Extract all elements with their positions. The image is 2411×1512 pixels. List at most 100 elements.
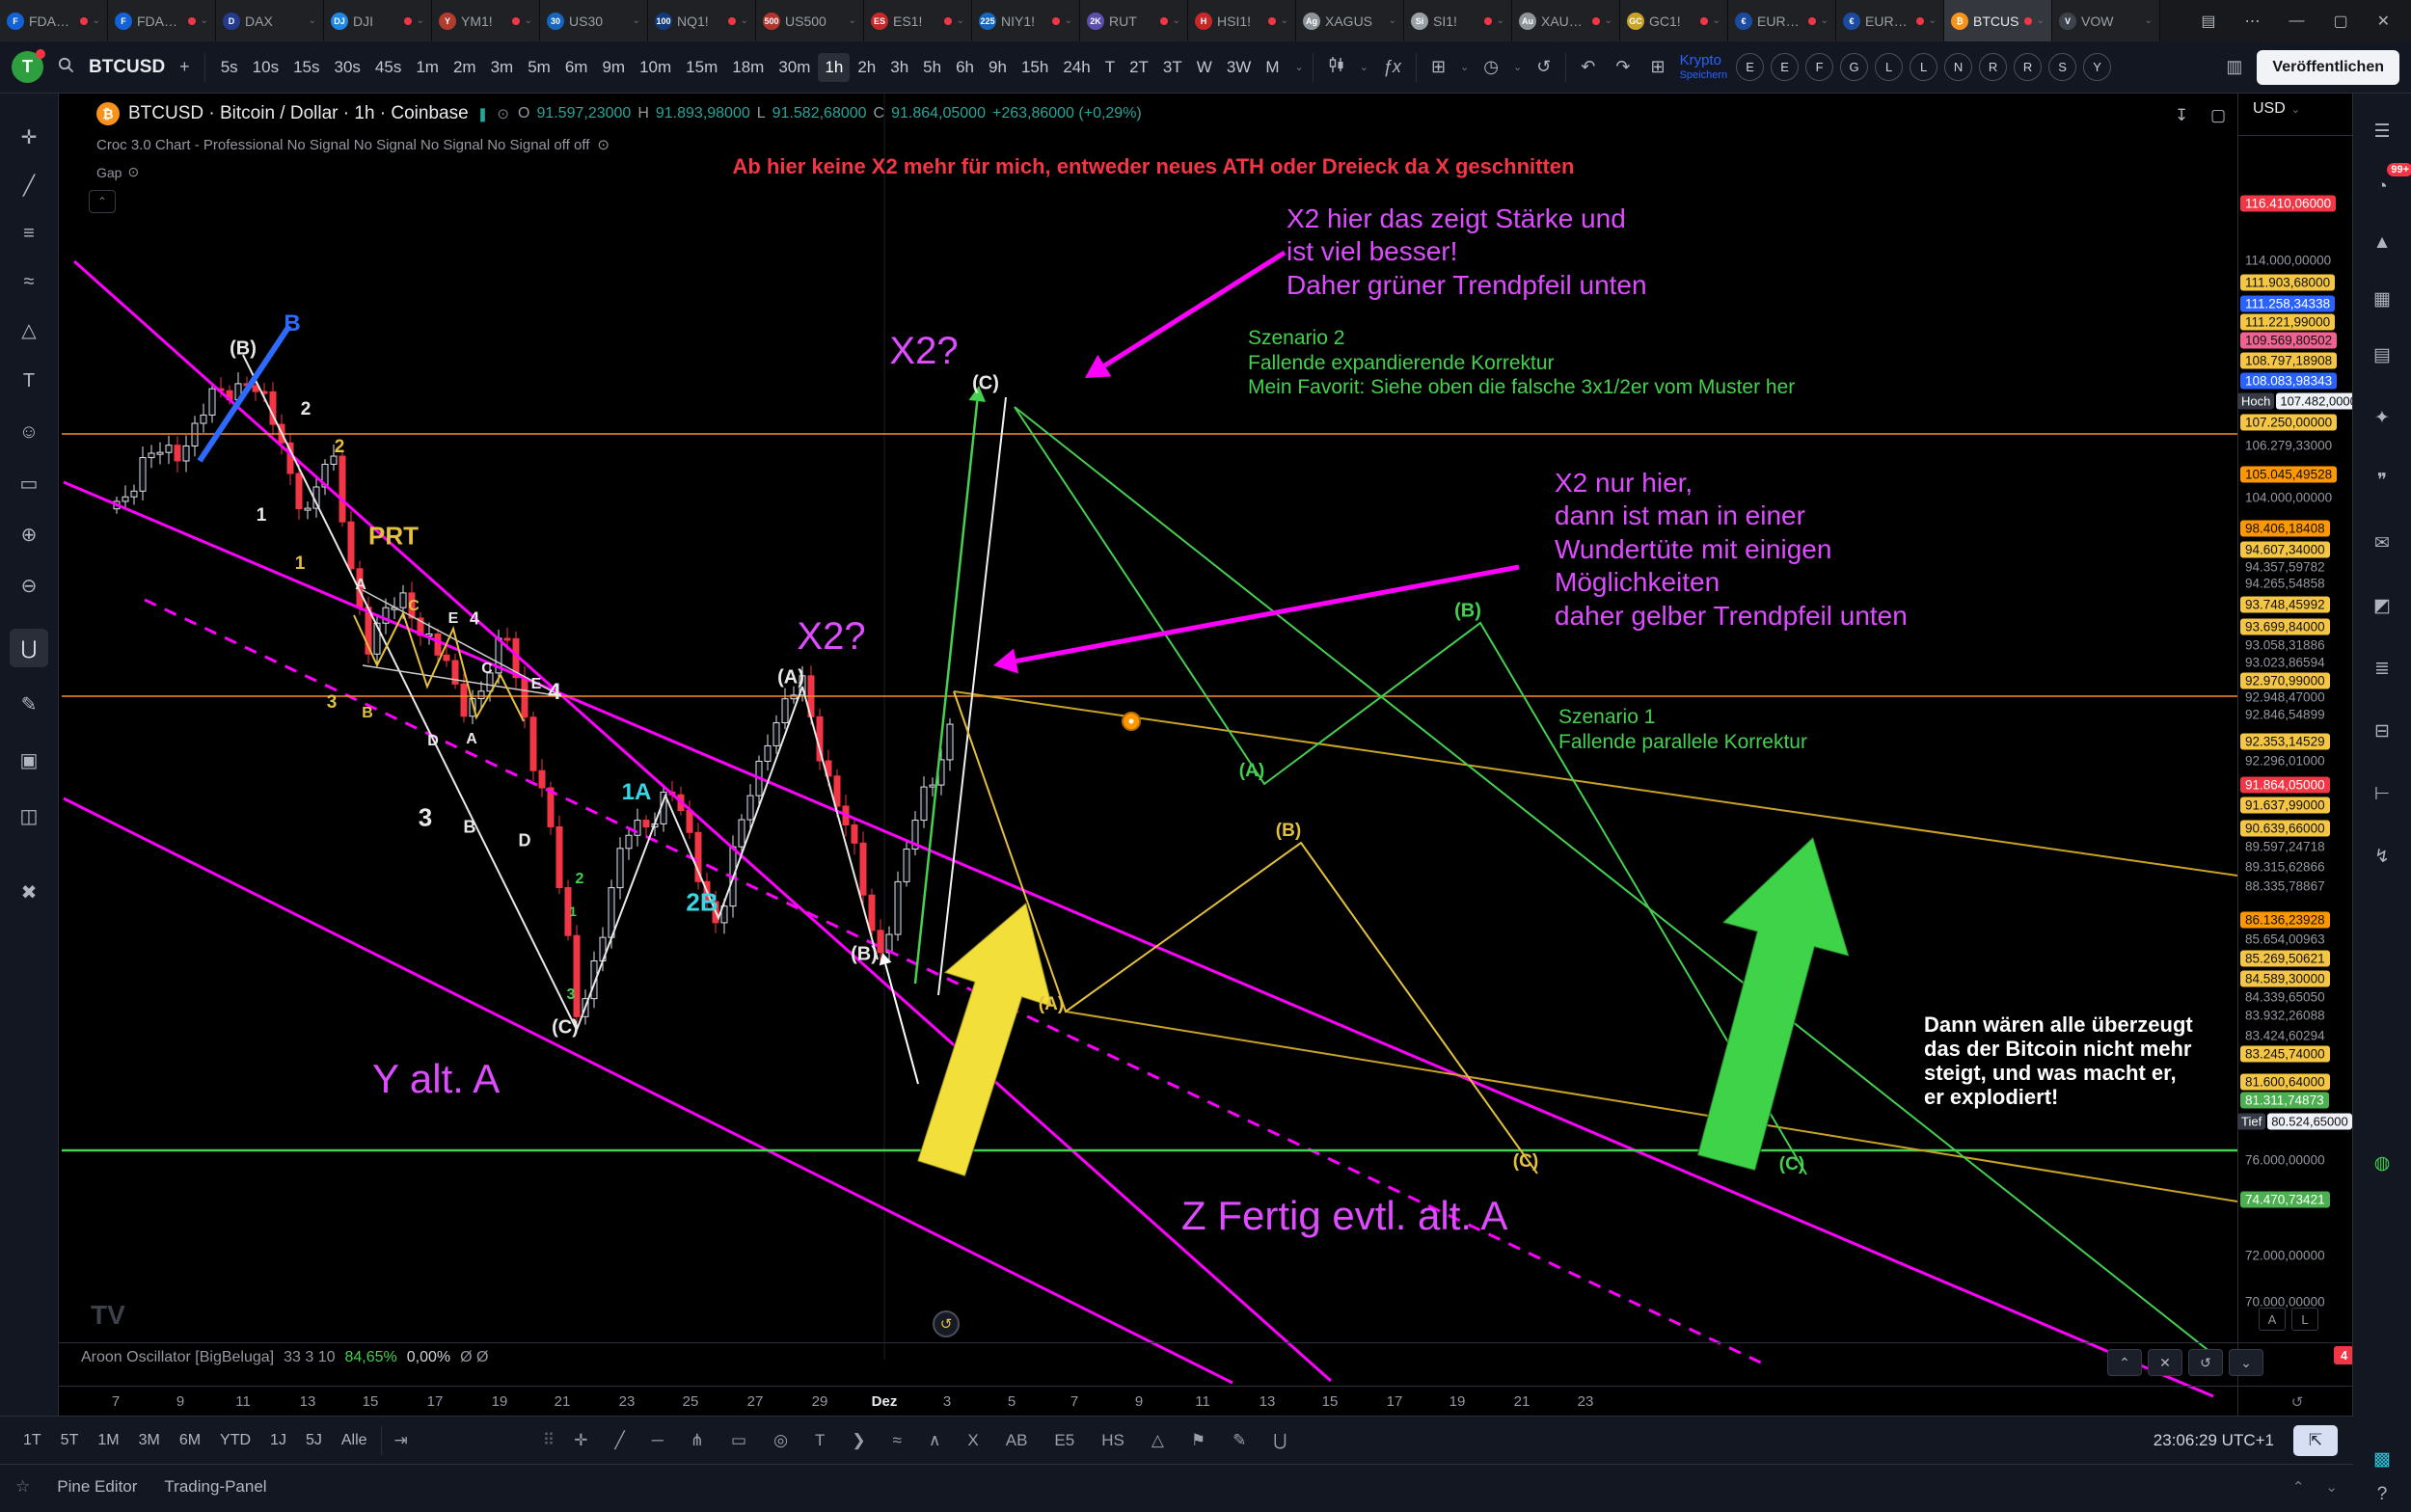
cursor-tool-icon[interactable]: ✛ [10,118,48,156]
favorites-star-icon[interactable]: ☆ [15,1477,30,1497]
browser-tab[interactable]: 500US500⌄ [756,0,864,41]
tab-caret-icon[interactable]: ⌄ [2145,15,2153,26]
browser-tab[interactable]: 100NQ1!⌄ [648,0,756,41]
timeframe-15h[interactable]: 15h [1015,53,1055,82]
pin-tool-icon[interactable]: ◎ [767,1427,795,1454]
alert-caret-icon[interactable]: ⌄ [1513,61,1522,73]
tab-caret-icon[interactable]: ⌄ [309,15,316,26]
fib-tool-icon[interactable]: ≡ [10,214,48,253]
tab-caret-icon[interactable]: ⌄ [417,15,424,26]
tab-caret-icon[interactable]: ⌄ [849,15,856,26]
magnet-tool-icon[interactable]: ⋃ [10,629,48,667]
user-avatar[interactable]: T [12,51,43,83]
axis-history-icon[interactable]: ↺ [2291,1393,2304,1411]
delete-tool-icon[interactable]: ✖ [10,873,48,911]
text-tool-icon[interactable]: T [808,1427,831,1454]
layout-tab-L[interactable]: L [1875,53,1903,81]
timeframe-15s[interactable]: 15s [286,53,326,82]
tab-caret-icon[interactable]: ⌄ [741,15,748,26]
timeframe-6h[interactable]: 6h [949,53,981,82]
timeframe-30m[interactable]: 30m [772,53,817,82]
timeframe-1h[interactable]: 1h [818,53,850,82]
timeframe-2m[interactable]: 2m [447,53,483,82]
zoom-in-tool-icon[interactable]: ⊕ [10,515,48,554]
rectangle-tool-icon[interactable]: ▭ [724,1427,753,1454]
magnet-tool-icon[interactable]: ⋃ [1266,1427,1293,1454]
tab-caret-icon[interactable]: ⌄ [525,15,532,26]
price-scale[interactable]: USD ⌄ 116.410,06000114.000,00000111.903,… [2237,93,2353,1416]
time-axis[interactable]: 7911131517192123252729Dez357911131517192… [58,1386,2353,1417]
tab-caret-icon[interactable]: ⌄ [93,15,100,26]
pine-editor-button[interactable]: Pine Editor [57,1477,137,1497]
browser-tab[interactable]: 30US30⌄ [540,0,648,41]
compare-add-icon[interactable]: + [174,53,196,81]
tab-caret-icon[interactable]: ⌄ [1389,15,1396,26]
trading-panel-button[interactable]: Trading-Panel [164,1477,266,1497]
pitchfork-tool-icon[interactable]: ⋔ [684,1427,711,1454]
timeframe-24h[interactable]: 24h [1056,53,1097,82]
timeframe-5h[interactable]: 5h [916,53,948,82]
tab-caret-icon[interactable]: ⌄ [1281,15,1288,26]
browser-tab[interactable]: AgXAGUS⌄ [1296,0,1404,41]
layout-tab-N[interactable]: N [1944,53,1972,81]
triangle-pattern-icon[interactable]: △ [1145,1427,1171,1454]
trend-tool-icon[interactable]: ╱ [609,1427,632,1454]
tab-caret-icon[interactable]: ⌄ [201,15,208,26]
browser-tab[interactable]: FFDAX1!⌄ [0,0,108,41]
hline-tool-icon[interactable]: ─ [645,1427,670,1454]
range-Alle[interactable]: Alle [334,1428,375,1453]
range-3M[interactable]: 3M [131,1428,168,1453]
layout-name-button[interactable]: Krypto Speichern [1680,53,1728,81]
browser-tab[interactable]: ₿BTCUS⌄ [1944,0,2052,41]
draw-tool-icon[interactable]: ✎ [10,685,48,723]
zigzag-tool-icon[interactable]: ∧ [922,1427,947,1454]
range-6M[interactable]: 6M [172,1428,208,1453]
emoji-tool-icon[interactable]: ☺ [10,413,48,451]
timeframe-45s[interactable]: 45s [368,53,408,82]
indicators-icon[interactable]: ƒx [1377,53,1407,81]
publish-globe-icon[interactable]: ◍ [2365,1146,2399,1180]
pane-settings-button[interactable]: ↺ [2188,1349,2223,1376]
pane-divider[interactable] [58,1342,2353,1343]
tab-caret-icon[interactable]: ⌄ [1929,15,1937,26]
timeframe-2h[interactable]: 2h [851,53,882,82]
wave-tool-icon[interactable]: ≈ [886,1427,908,1454]
timeframe-15m[interactable]: 15m [679,53,724,82]
panel-toggle-icon[interactable]: ▥ [2220,53,2248,81]
pane-more-button[interactable]: ⌄ [2229,1349,2263,1376]
timeframe-9h[interactable]: 9h [982,53,1014,82]
layout-tab-R[interactable]: R [2014,53,2042,81]
hotlists-icon[interactable]: ▲ [2365,226,2399,260]
elliott-impulse-icon[interactable]: E5 [1047,1427,1081,1454]
timeframe-M[interactable]: M [1259,53,1286,82]
aroon-pane-legend[interactable]: Aroon Oscillator [BigBeluga] 33 3 10 84,… [81,1349,488,1366]
news-icon[interactable]: ▤ [2365,338,2399,372]
tab-caret-icon[interactable]: ⌄ [2037,15,2045,26]
browser-tab[interactable]: AuXAUUS⌄ [1512,0,1620,41]
object-tree-icon[interactable]: ⊢ [2365,776,2399,811]
range-5J[interactable]: 5J [298,1428,330,1453]
abcd-tool-icon[interactable]: AB [999,1427,1035,1454]
tab-caret-icon[interactable]: ⌄ [1713,15,1720,26]
manage-layouts-icon[interactable]: ⊞ [1644,53,1670,81]
layout-tab-L[interactable]: L [1910,53,1937,81]
trendline-tool-icon[interactable]: ╱ [10,166,48,204]
layout-tab-E[interactable]: E [1736,53,1764,81]
range-1M[interactable]: 1M [90,1428,126,1453]
range-YTD[interactable]: YTD [212,1428,258,1453]
timeframe-1m[interactable]: 1m [409,53,446,82]
aroon-title[interactable]: Aroon Oscillator [BigBeluga] [81,1349,274,1366]
close-button[interactable]: ✕ [2377,12,2390,31]
tab-caret-icon[interactable]: ⌄ [957,15,964,26]
auto-scale-button[interactable]: A [2259,1308,2286,1331]
timeframe-T[interactable]: T [1098,53,1122,82]
browser-tab[interactable]: ESES1!⌄ [864,0,972,41]
minimize-button[interactable]: — [2289,13,2304,30]
redo-icon[interactable]: ↷ [1610,53,1636,81]
search-icon[interactable] [52,53,80,82]
callout-tool-icon[interactable]: ❯ [845,1427,872,1454]
publish-button[interactable]: Veröffentlichen [2257,50,2399,85]
replay-icon[interactable]: ↺ [1531,53,1557,81]
timeframe-30s[interactable]: 30s [328,53,367,82]
timeframe-6m[interactable]: 6m [558,53,595,82]
